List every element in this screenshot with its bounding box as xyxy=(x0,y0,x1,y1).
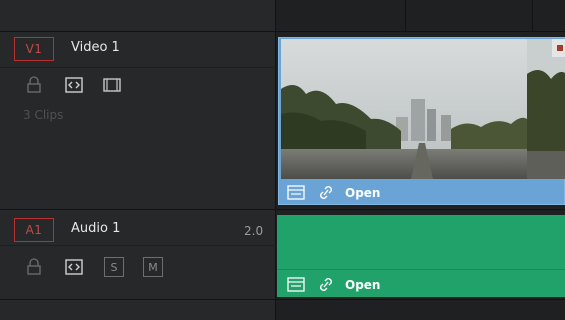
video-track-name[interactable]: Video 1 xyxy=(71,40,120,55)
header-row-divider xyxy=(0,245,276,246)
clip-type-icon xyxy=(287,277,305,292)
video-track-badge[interactable]: V1 xyxy=(14,37,54,61)
track-divider xyxy=(0,299,565,300)
clip-type-icon xyxy=(287,185,305,200)
audio-clip-divider xyxy=(277,269,565,270)
video-clip-thumbnail xyxy=(281,39,565,179)
ruler-tick xyxy=(405,0,406,31)
mute-button[interactable]: M xyxy=(143,257,163,277)
ruler-tick xyxy=(532,0,533,31)
audio-track-name[interactable]: Audio 1 xyxy=(71,221,120,236)
audio-track-badge[interactable]: A1 xyxy=(14,218,54,242)
lock-icon[interactable] xyxy=(24,76,44,94)
header-row-divider xyxy=(0,67,276,68)
header-divider xyxy=(275,0,276,320)
auto-select-icon[interactable] xyxy=(64,258,84,276)
lock-icon[interactable] xyxy=(24,258,44,276)
link-icon xyxy=(318,185,334,200)
clip-count-label: 3 Clips xyxy=(23,108,64,122)
video-clip-label: Open xyxy=(345,186,381,200)
solo-button[interactable]: S xyxy=(104,257,124,277)
audio-clip-label: Open xyxy=(345,278,381,292)
audio-channel-format: 2.0 xyxy=(244,224,264,238)
ruler-divider xyxy=(0,31,565,32)
film-icon[interactable] xyxy=(102,76,122,94)
auto-select-icon[interactable] xyxy=(64,76,84,94)
track-divider xyxy=(0,209,565,210)
link-icon xyxy=(318,277,334,292)
